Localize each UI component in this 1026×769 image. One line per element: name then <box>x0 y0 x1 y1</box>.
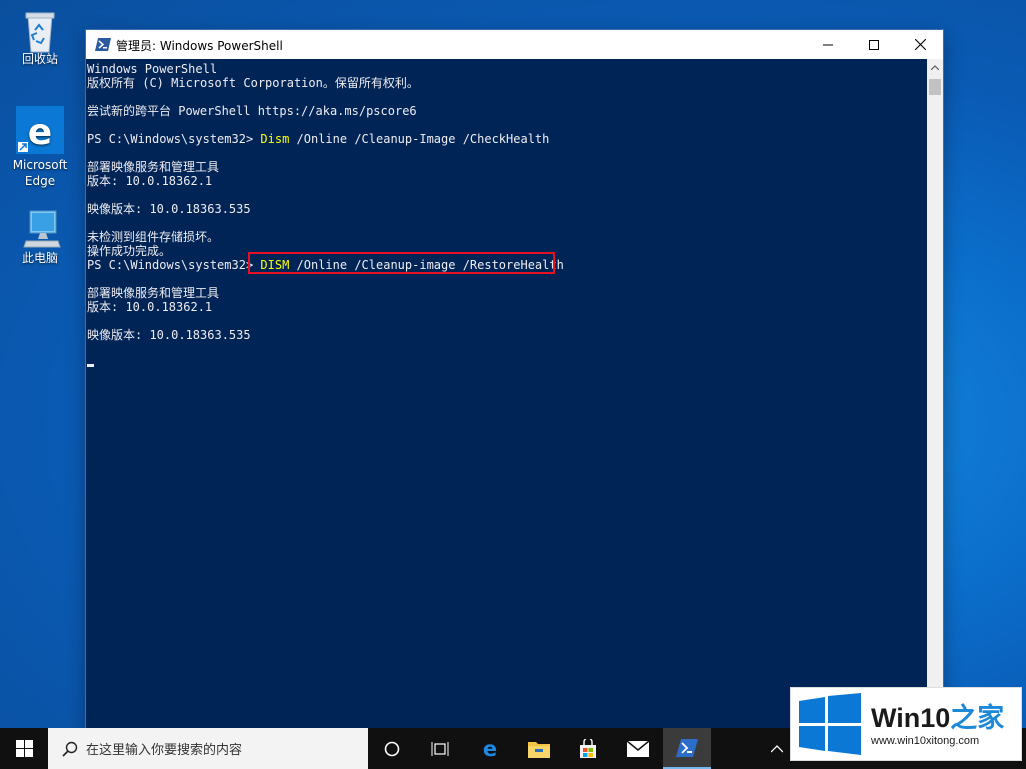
watermark-brand-main: Win10 <box>871 703 951 733</box>
console-line: 版本: 10.0.18362.1 <box>87 174 213 188</box>
svg-text:e: e <box>483 738 497 760</box>
edge-icon: e <box>483 738 497 760</box>
close-icon <box>914 39 926 50</box>
taskbar-search-box[interactable]: 在这里输入你要搜索的内容 <box>48 728 368 769</box>
svg-text:e: e <box>28 112 52 153</box>
store-icon <box>580 738 596 758</box>
console-output[interactable]: Windows PowerShell 版权所有 (C) Microsoft Co… <box>86 59 927 730</box>
powershell-icon <box>95 38 111 51</box>
recycle-bin-icon <box>20 8 60 53</box>
desktop-icon-label: Microsoft Edge <box>12 158 68 188</box>
console-line: Windows PowerShell <box>87 62 218 76</box>
console-line: 版权所有 (C) Microsoft Corporation。保留所有权利。 <box>87 76 419 90</box>
task-view-icon <box>431 741 449 756</box>
scrollbar-thumb[interactable] <box>929 79 941 95</box>
command-args: /Online /Cleanup-Image /CheckHealth <box>289 132 550 146</box>
console-line: 部署映像服务和管理工具 <box>87 286 220 300</box>
vertical-scrollbar[interactable] <box>927 59 943 730</box>
windows-logo-icon <box>799 693 861 755</box>
maximize-button[interactable] <box>851 30 897 59</box>
prompt: PS C:\Windows\system32> <box>87 258 261 272</box>
desktop-icon-label: 此电脑 <box>21 251 58 265</box>
watermark-brand-accent: 之家 <box>950 703 1005 733</box>
console-command-line: PS C:\Windows\system32> Dism /Online /Cl… <box>87 132 549 146</box>
windows-logo-icon <box>15 740 33 757</box>
text-cursor <box>87 364 94 367</box>
console-line: 未检测到组件存储损坏。 <box>87 230 220 244</box>
chevron-up-icon <box>771 744 783 752</box>
this-pc-icon <box>20 207 61 248</box>
window-title: 管理员: Windows PowerShell <box>116 39 283 53</box>
console-line: 操作成功完成。 <box>87 244 172 258</box>
maximize-icon <box>869 39 879 50</box>
desktop-icon-edge[interactable]: e Microsoft Edge <box>8 106 72 189</box>
start-button[interactable] <box>0 728 48 769</box>
mail-icon <box>627 740 649 757</box>
edge-icon: e <box>16 106 64 154</box>
file-explorer-icon <box>528 741 550 758</box>
minimize-button[interactable] <box>805 30 851 59</box>
taskbar-edge-button[interactable]: e <box>466 728 514 769</box>
console-line: 部署映像服务和管理工具 <box>87 160 220 174</box>
command-highlight-box <box>248 252 555 274</box>
taskbar-mail-button[interactable] <box>614 728 662 769</box>
search-placeholder: 在这里输入你要搜索的内容 <box>86 743 243 758</box>
console-line: 映像版本: 10.0.18363.535 <box>87 328 251 342</box>
watermark-url: www.win10xitong.com <box>871 735 980 747</box>
win10-watermark-logo: Win10之家 www.win10xitong.com <box>790 687 1022 761</box>
chevron-up-icon <box>931 65 939 70</box>
close-button[interactable] <box>897 30 943 59</box>
taskbar-file-explorer-button[interactable] <box>515 728 563 769</box>
title-bar[interactable]: 管理员: Windows PowerShell <box>86 30 943 59</box>
cortana-icon <box>384 741 400 756</box>
prompt: PS C:\Windows\system32> <box>87 132 261 146</box>
scroll-up-button[interactable] <box>927 59 943 76</box>
watermark-brand: Win10之家 <box>871 696 1004 735</box>
console-line: 尝试新的跨平台 PowerShell https://aka.ms/pscore… <box>87 104 417 118</box>
minimize-icon <box>823 44 833 45</box>
console-line: 映像版本: 10.0.18363.535 <box>87 202 251 216</box>
powershell-window[interactable]: 管理员: Windows PowerShell Windows PowerShe… <box>86 30 943 730</box>
taskbar-powershell-button[interactable] <box>663 728 711 769</box>
command-name: Dism <box>260 132 290 146</box>
desktop-icon-this-pc[interactable]: 此电脑 <box>8 207 72 266</box>
cortana-button[interactable] <box>368 728 416 769</box>
taskbar-store-button[interactable] <box>564 728 612 769</box>
desktop-icon-recycle-bin[interactable]: 回收站 <box>8 8 72 67</box>
task-view-button[interactable] <box>416 728 464 769</box>
console-line: 版本: 10.0.18362.1 <box>87 300 213 314</box>
search-icon <box>62 741 78 757</box>
powershell-icon <box>676 738 698 757</box>
